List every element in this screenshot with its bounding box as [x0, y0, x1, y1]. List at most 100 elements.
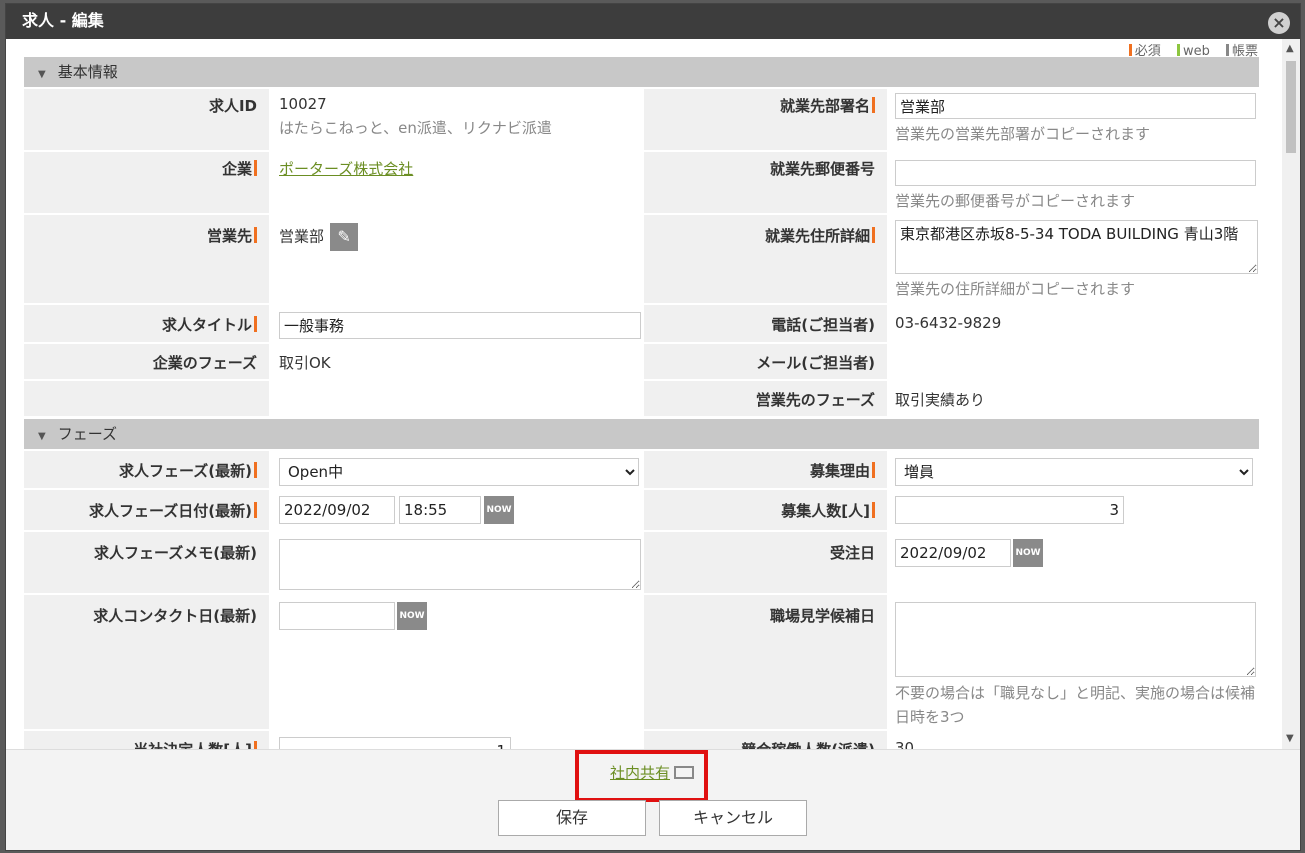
- required-marker-icon: [254, 316, 257, 332]
- job-phase-label: 求人フェーズ(最新): [119, 462, 252, 480]
- row-sales-phase: 営業先のフェーズ 取引実績あり: [24, 381, 1259, 418]
- dialog-footer: 社内共有 保存 キャンセル: [6, 749, 1300, 850]
- job-phase-date-input[interactable]: [279, 496, 395, 524]
- sales-phase-value: 取引実績あり: [887, 381, 1259, 416]
- row-sales: 営業先 営業部 ✎ 就業先住所詳細 東京都港区赤坂8-5-34 TODA BUIL…: [24, 215, 1259, 305]
- section-phase[interactable]: ▼ フェーズ: [24, 419, 1259, 449]
- job-phase-date-label: 求人フェーズ日付(最新): [89, 502, 252, 520]
- reason-cell: 増員: [887, 451, 1259, 488]
- close-icon[interactable]: ×: [1268, 12, 1290, 34]
- decided-cell: [271, 731, 641, 749]
- address-hint: 営業先の住所詳細がコピーされます: [895, 280, 1136, 298]
- web-marker-icon: [1176, 44, 1180, 56]
- order-date-cell: NOW: [887, 532, 1259, 593]
- count-label: 募集人数[人]: [781, 502, 870, 520]
- row-company-phase: 企業のフェーズ 取引OK メール(ご担当者): [24, 344, 1259, 381]
- dialog-titlebar: 求人 - 編集 ×: [6, 4, 1300, 39]
- sales-label: 営業先: [206, 227, 252, 245]
- required-marker-icon: [254, 227, 257, 243]
- phone-label: 電話(ご担当者): [644, 305, 887, 342]
- vertical-scrollbar[interactable]: ▲ ▼: [1282, 39, 1300, 749]
- section-phase-title: フェーズ: [57, 425, 117, 443]
- job-id-cell: 10027 はたらこねっと、en派遣、リクナビ派遣: [271, 89, 641, 150]
- row-company: 企業 ポーターズ株式会社 就業先郵便番号 営業先の郵便番号がコピーされます: [24, 152, 1259, 215]
- cancel-button[interactable]: キャンセル: [659, 800, 807, 836]
- empty-value: [271, 381, 641, 416]
- mail-value: [887, 344, 1259, 379]
- scroll-down-icon[interactable]: ▼: [1286, 733, 1294, 744]
- decided-input[interactable]: [279, 737, 511, 749]
- order-date-input[interactable]: [895, 539, 1011, 567]
- address-label-cell: 就業先住所詳細: [644, 215, 887, 303]
- title-input[interactable]: [279, 312, 641, 339]
- job-phase-date-cell: NOW: [271, 490, 641, 530]
- now-button[interactable]: NOW: [397, 602, 427, 630]
- order-date-label: 受注日: [644, 532, 887, 593]
- job-id-channels: はたらこねっと、en派遣、リクナビ派遣: [279, 119, 552, 137]
- contact-date-cell: NOW: [271, 595, 641, 729]
- job-phase-date-label-cell: 求人フェーズ日付(最新): [24, 490, 269, 530]
- address-label: 就業先住所詳細: [764, 227, 870, 245]
- scroll-up-icon[interactable]: ▲: [1286, 43, 1294, 54]
- count-cell: [887, 490, 1259, 530]
- dept-hint: 営業先の営業先部署がコピーされます: [895, 125, 1151, 143]
- section-basic-title: 基本情報: [57, 63, 118, 81]
- job-phase-cell: Open中: [271, 451, 641, 488]
- count-input[interactable]: [895, 496, 1124, 524]
- dept-cell: 営業先の営業先部署がコピーされます: [887, 89, 1259, 150]
- edit-pencil-icon[interactable]: ✎: [330, 223, 359, 251]
- count-label-cell: 募集人数[人]: [644, 490, 887, 530]
- scroll-thumb[interactable]: [1286, 61, 1296, 153]
- job-phase-label-cell: 求人フェーズ(最新): [24, 451, 269, 488]
- address-textarea[interactable]: 東京都港区赤坂8-5-34 TODA BUILDING 青山3階: [895, 220, 1258, 274]
- row-decided: 当社決定人数[人] 競合稼働人数(派遣) 30: [24, 731, 1259, 749]
- share-link[interactable]: 社内共有: [610, 762, 670, 783]
- row-job-phase-date: 求人フェーズ日付(最新) NOW 募集人数[人]: [24, 490, 1259, 532]
- company-link[interactable]: ポーターズ株式会社: [279, 160, 413, 178]
- competitor-label: 競合稼働人数(派遣): [644, 731, 887, 749]
- address-cell: 東京都港区赤坂8-5-34 TODA BUILDING 青山3階 営業先の住所詳…: [887, 215, 1259, 303]
- collapse-triangle-icon[interactable]: ▼: [38, 422, 46, 452]
- sales-label-cell: 営業先: [24, 215, 269, 303]
- job-phase-select[interactable]: Open中: [279, 458, 639, 486]
- save-button[interactable]: 保存: [498, 800, 646, 836]
- decided-label-cell: 当社決定人数[人]: [24, 731, 269, 749]
- dept-input[interactable]: [895, 93, 1256, 119]
- sales-cell: 営業部 ✎: [271, 215, 641, 303]
- reason-select[interactable]: 増員: [895, 458, 1253, 486]
- job-phase-memo-textarea[interactable]: [279, 539, 641, 590]
- job-id-value: 10027: [279, 95, 327, 113]
- sales-phase-label: 営業先のフェーズ: [644, 381, 887, 416]
- share-monitor-icon[interactable]: [674, 766, 694, 779]
- decided-label: 当社決定人数[人]: [133, 741, 252, 749]
- required-marker-icon: [254, 741, 257, 749]
- zip-input[interactable]: [895, 160, 1256, 186]
- row-title: 求人タイトル 電話(ご担当者) 03-6432-9829: [24, 305, 1259, 344]
- row-job-phase: 求人フェーズ(最新) Open中 募集理由 増員: [24, 451, 1259, 490]
- job-phase-time-input[interactable]: [399, 496, 481, 524]
- dialog-title: 求人 - 編集: [22, 11, 104, 30]
- required-marker-icon: [254, 462, 257, 478]
- required-marker-icon: [1128, 44, 1132, 56]
- zip-cell: 営業先の郵便番号がコピーされます: [887, 152, 1259, 213]
- title-label-cell: 求人タイトル: [24, 305, 269, 342]
- required-marker-icon: [254, 160, 257, 176]
- collapse-triangle-icon[interactable]: ▼: [38, 60, 46, 90]
- company-phase-label: 企業のフェーズ: [24, 344, 269, 379]
- competitor-value: 30: [887, 731, 1259, 749]
- visit-cell: 不要の場合は「職見なし」と明記、実施の場合は候補日時を3つ: [887, 595, 1259, 729]
- phone-value: 03-6432-9829: [887, 305, 1259, 342]
- title-label: 求人タイトル: [161, 316, 252, 334]
- required-marker-icon: [254, 502, 257, 518]
- visit-hint: 不要の場合は「職見なし」と明記、実施の場合は候補日時を3つ: [895, 684, 1256, 726]
- dept-label: 就業先部署名: [779, 97, 870, 115]
- visit-textarea[interactable]: [895, 602, 1256, 677]
- company-phase-value: 取引OK: [271, 344, 641, 379]
- contact-date-input[interactable]: [279, 602, 395, 630]
- visit-label: 職場見学候補日: [644, 595, 887, 729]
- now-button[interactable]: NOW: [1013, 539, 1043, 567]
- now-button[interactable]: NOW: [484, 496, 514, 524]
- section-basic[interactable]: ▼ 基本情報: [24, 57, 1259, 87]
- report-marker-icon: [1225, 44, 1229, 56]
- zip-label: 就業先郵便番号: [644, 152, 887, 213]
